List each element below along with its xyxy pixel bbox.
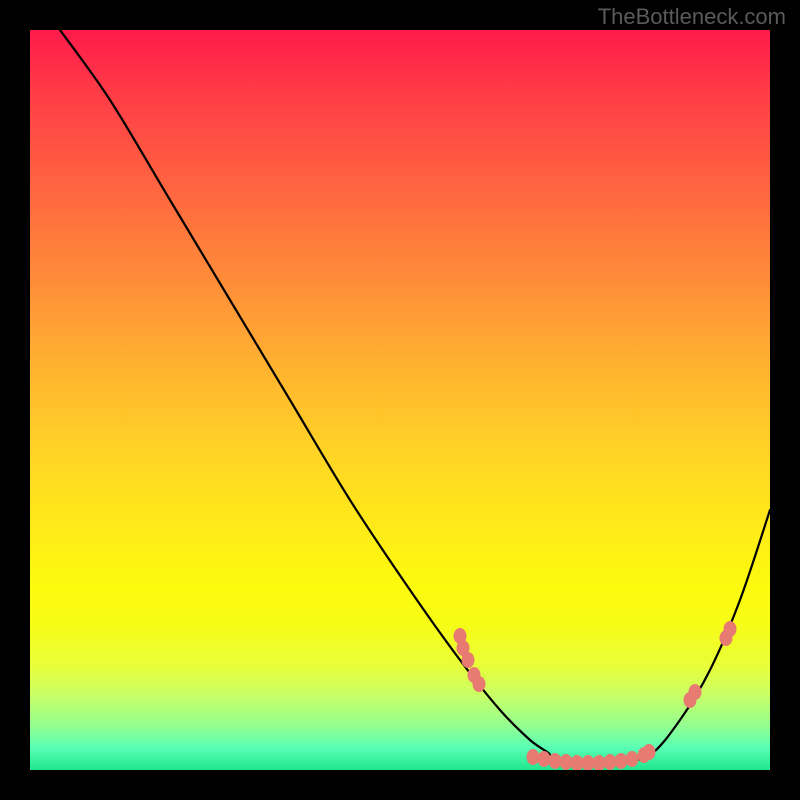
data-point <box>604 754 617 770</box>
data-point <box>615 753 628 769</box>
data-point <box>724 621 737 637</box>
data-point <box>560 754 573 770</box>
data-point <box>473 676 486 692</box>
chart-svg <box>30 30 770 770</box>
data-point <box>643 744 656 760</box>
data-point <box>549 753 562 769</box>
watermark-text: TheBottleneck.com <box>598 4 786 30</box>
bottleneck-curve <box>60 30 770 763</box>
scatter-dots <box>454 621 737 770</box>
data-point <box>626 751 639 767</box>
data-point <box>689 684 702 700</box>
data-point <box>538 751 551 767</box>
plot-area <box>30 30 770 770</box>
data-point <box>527 749 540 765</box>
data-point <box>462 652 475 668</box>
